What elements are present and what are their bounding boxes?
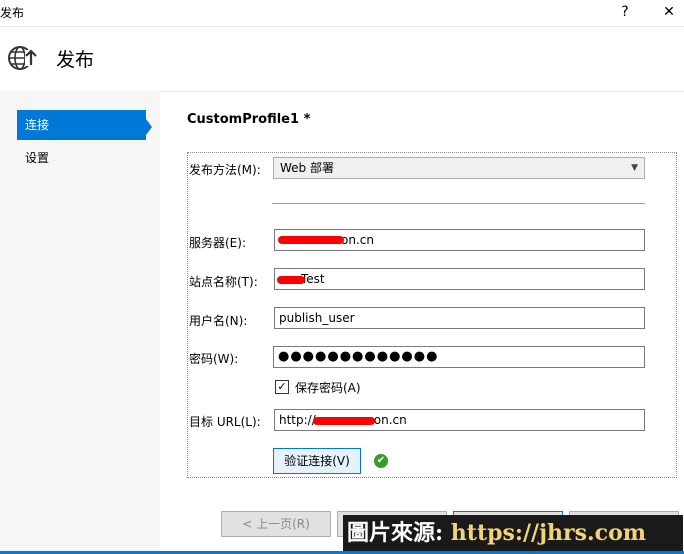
publish-method-select[interactable]: Web 部署 ▼	[273, 157, 645, 179]
watermark-text-cn: 圖片來源:	[347, 520, 444, 546]
server-value: on.cn	[341, 233, 374, 247]
nav-item-settings[interactable]: 设置	[17, 143, 146, 173]
password-label: 密码(W):	[189, 352, 239, 366]
profile-title: CustomProfile1 *	[187, 112, 311, 127]
redaction-mark	[277, 276, 305, 284]
page-title: 发布	[56, 49, 95, 71]
save-password-checkbox[interactable]: ✓	[275, 380, 289, 394]
success-check-icon: ✔	[374, 454, 388, 468]
username-input[interactable]: publish_user	[274, 307, 645, 329]
username-label: 用户名(N):	[189, 314, 248, 328]
password-input[interactable]: ●●●●●●●●●●●●●	[273, 346, 645, 368]
nav-item-connection[interactable]: 连接	[17, 110, 146, 140]
publish-method-value: Web 部署	[280, 161, 334, 175]
help-button[interactable]: ?	[613, 2, 637, 22]
password-value: ●●●●●●●●●●●●●	[278, 349, 439, 364]
target-url-label: 目标 URL(L):	[189, 415, 261, 429]
dialog-header: 发布	[0, 26, 684, 92]
validate-connection-button[interactable]: 验证连接(V)	[273, 448, 361, 474]
close-button[interactable]: ✕	[657, 2, 681, 22]
title-bar: 发布 ? ✕	[0, 0, 684, 26]
watermark-text-url: https://jhrs.com	[450, 520, 647, 546]
source-watermark: 圖片來源: https://jhrs.com	[343, 515, 683, 551]
site-name-label: 站点名称(T):	[189, 275, 258, 289]
redaction-mark	[278, 236, 344, 244]
nav-active-arrow-icon	[146, 119, 152, 135]
server-label: 服务器(E):	[189, 236, 246, 250]
chevron-down-icon: ▼	[631, 163, 638, 173]
username-value: publish_user	[279, 311, 355, 325]
previous-button[interactable]: < 上一页(R)	[221, 511, 331, 537]
globe-publish-icon	[8, 46, 37, 70]
window-title: 发布	[0, 6, 25, 20]
save-password-label: 保存密码(A)	[295, 381, 361, 395]
publish-method-label: 发布方法(M):	[189, 163, 261, 177]
target-url-value: http://	[279, 413, 316, 427]
target-url-suffix: on.cn	[373, 413, 407, 427]
redaction-mark	[313, 417, 375, 425]
form-separator	[272, 203, 645, 204]
site-name-input[interactable]: Test	[274, 268, 645, 290]
